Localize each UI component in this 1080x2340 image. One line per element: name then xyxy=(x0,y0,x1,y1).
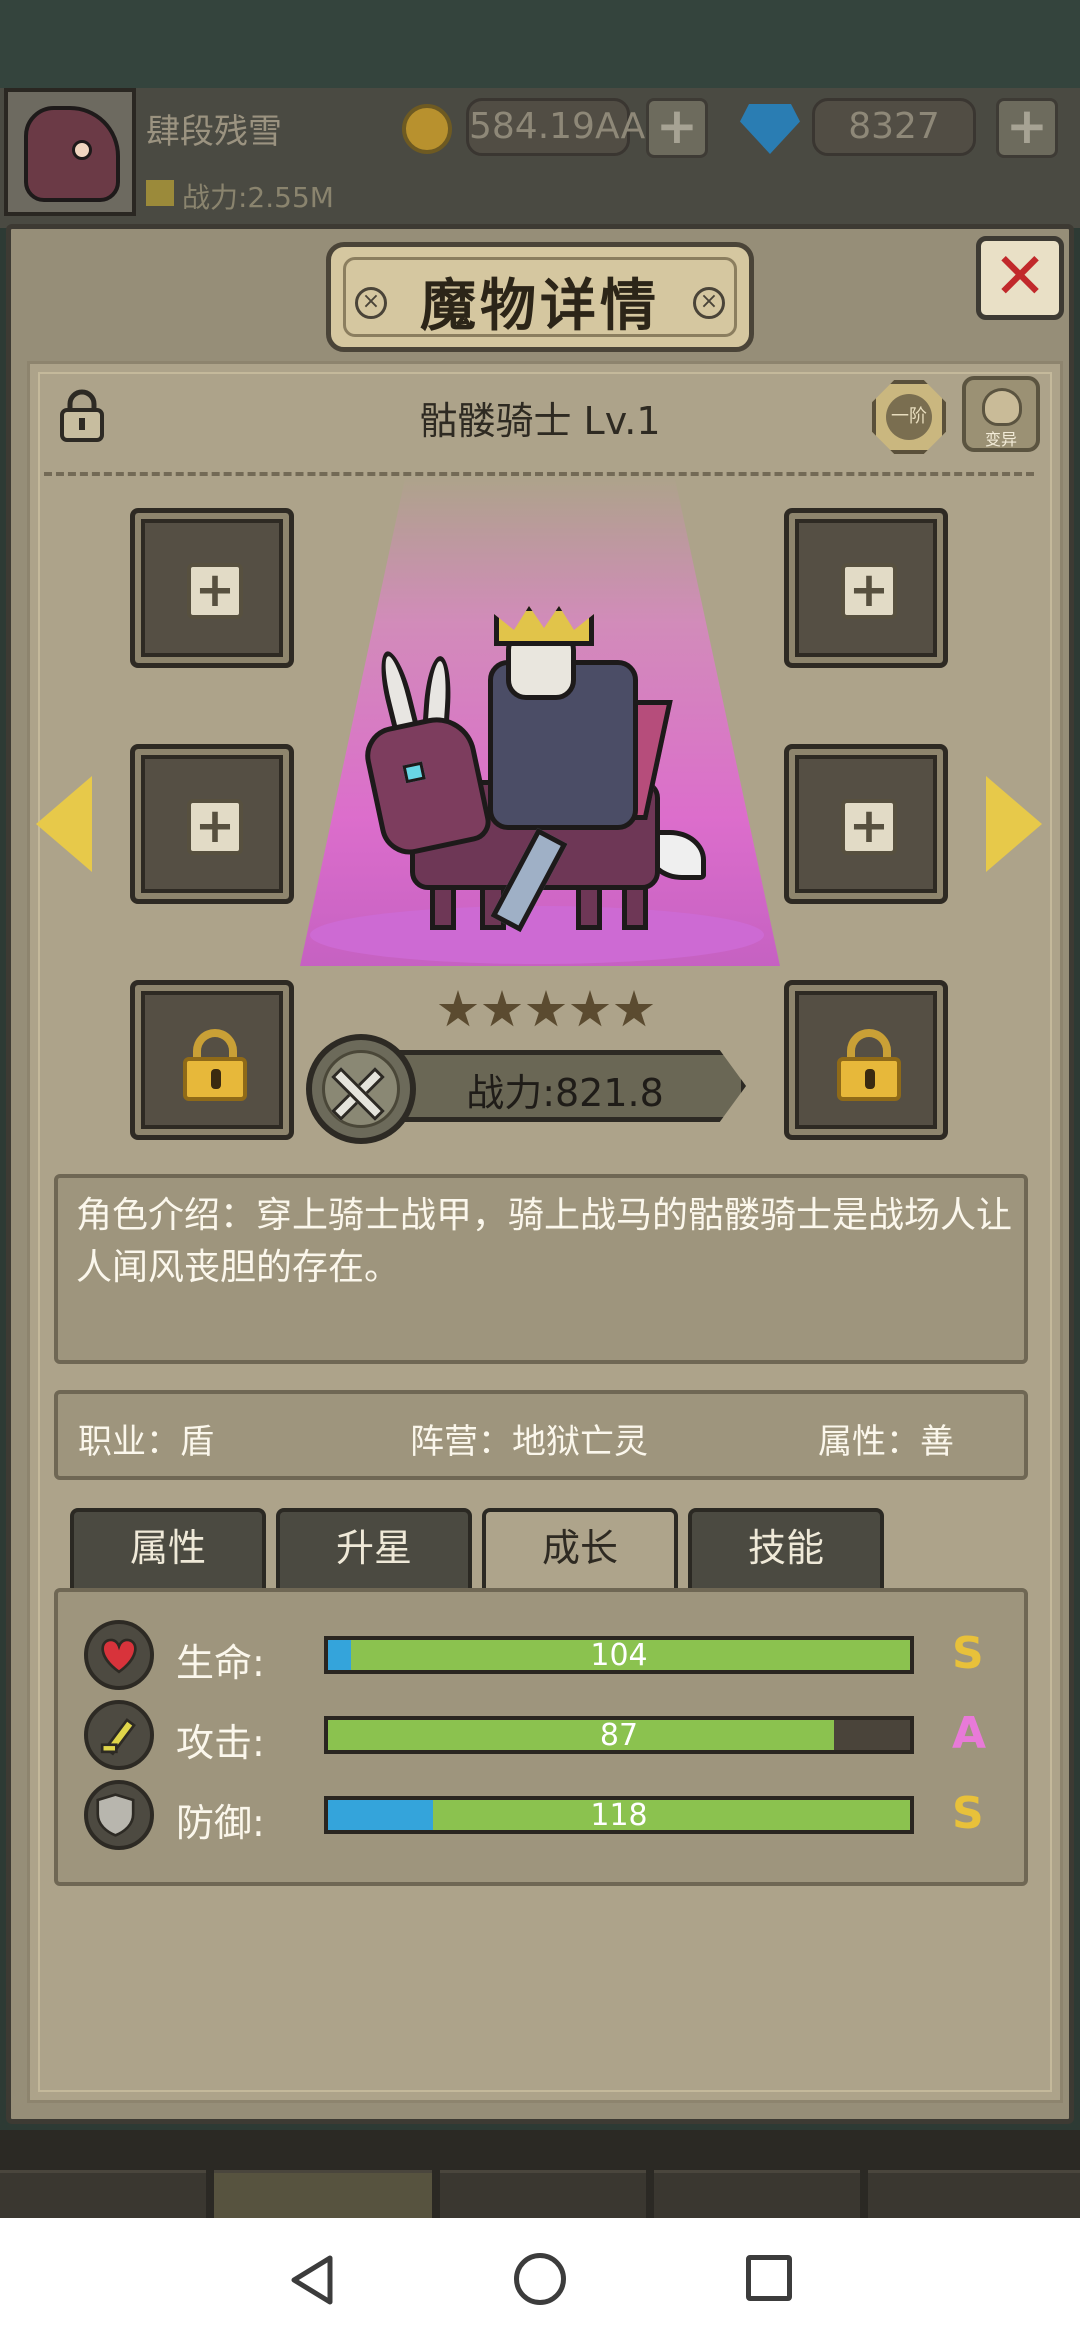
skull-icon xyxy=(982,388,1022,426)
padlock-body xyxy=(837,1057,901,1101)
monster-name: 骷髅骑士 Lv.1 xyxy=(419,399,661,443)
power-icon xyxy=(146,180,174,206)
description-text: 角色介绍：穿上骑士战甲，骑上战马的骷髅骑士是战场人让人闻风丧胆的存在。 xyxy=(76,1195,1013,1288)
stat-label: 防御: xyxy=(176,1801,265,1845)
avatar-eye xyxy=(72,140,92,160)
keyhole xyxy=(211,1069,221,1089)
bottom-tab-5[interactable] xyxy=(868,2170,1080,2218)
mutate-label: 变异 xyxy=(984,430,1017,449)
tab-0[interactable]: 属性 xyxy=(70,1508,266,1588)
gold-coin-icon xyxy=(402,104,452,154)
background-top xyxy=(0,0,1080,90)
stat-grade: S xyxy=(952,1788,984,1839)
stat-grade: S xyxy=(952,1628,984,1679)
add-gold-button[interactable]: + xyxy=(646,98,708,158)
close-button[interactable]: ✕ xyxy=(976,236,1064,320)
crossed-swords-icon xyxy=(306,1034,416,1144)
mutate-button[interactable]: 变异 xyxy=(962,376,1040,452)
recent-apps-icon[interactable] xyxy=(746,2255,792,2301)
equip-slot-4[interactable]: + xyxy=(784,744,948,904)
gold-amount: 584.19AA xyxy=(466,98,645,156)
avatar-monster-icon xyxy=(24,106,120,202)
player-power: 战力:2.55M xyxy=(182,181,334,214)
stat-bar: 87 xyxy=(324,1716,914,1754)
tab-1[interactable]: 升星 xyxy=(276,1508,472,1588)
back-icon[interactable] xyxy=(286,2252,342,2308)
lock-icon[interactable] xyxy=(56,388,108,442)
stat-bar: 104 xyxy=(324,1636,914,1674)
screen: 肆段残雪 战力:2.55M 584.19AA + 8327 + × × 魔物详情… xyxy=(0,0,1080,2340)
equip-slot-locked-2[interactable] xyxy=(784,980,948,1140)
stat-grade: A xyxy=(952,1708,987,1759)
equip-slot-2[interactable]: + xyxy=(784,508,948,668)
bottom-tab-2[interactable] xyxy=(214,2170,432,2218)
equip-slot-3[interactable]: + xyxy=(130,744,294,904)
keyhole xyxy=(865,1069,875,1089)
equip-slot-locked-1[interactable] xyxy=(130,980,294,1140)
sword-icon xyxy=(84,1700,154,1770)
tab-2[interactable]: 成长 xyxy=(482,1508,678,1588)
bottom-tab-3[interactable] xyxy=(440,2170,646,2218)
monster-power: 战力:821.8 xyxy=(466,1071,664,1115)
tab-3[interactable]: 技能 xyxy=(688,1508,884,1588)
add-equipment-icon: + xyxy=(841,799,897,855)
grade-label: 一阶 xyxy=(886,394,932,440)
stat-value: 87 xyxy=(599,1718,639,1753)
heart-icon xyxy=(84,1620,154,1690)
stat-value: 104 xyxy=(590,1638,648,1673)
title-plate: × × 魔物详情 xyxy=(326,242,754,352)
home-icon[interactable] xyxy=(514,2253,566,2305)
add-equipment-icon: + xyxy=(187,563,243,619)
add-gem-button[interactable]: + xyxy=(996,98,1058,158)
bottom-tab-4[interactable] xyxy=(654,2170,860,2218)
faction-info: 阵营：地狱亡灵 xyxy=(410,1422,648,1462)
padlock-icon xyxy=(837,1029,901,1101)
horse-eye xyxy=(402,761,426,784)
alignment-info: 属性：善 xyxy=(818,1422,954,1462)
equip-slot-1[interactable]: + xyxy=(130,508,294,668)
stat-label: 攻击: xyxy=(176,1721,265,1765)
spotlight-floor xyxy=(310,906,764,964)
divider xyxy=(44,472,1034,476)
description-box: 角色介绍：穿上骑士战甲，骑上战马的骷髅骑士是战场人让人闻风丧胆的存在。 xyxy=(54,1174,1028,1364)
stat-bar: 118 xyxy=(324,1796,914,1834)
job-info: 职业：盾 xyxy=(78,1422,214,1462)
player-avatar[interactable] xyxy=(4,88,136,216)
shield-icon xyxy=(84,1780,154,1850)
dialog-title: 魔物详情 xyxy=(420,274,660,339)
add-equipment-icon: + xyxy=(187,799,243,855)
padlock-icon xyxy=(183,1029,247,1101)
padlock-body xyxy=(183,1057,247,1101)
stat-value: 118 xyxy=(590,1798,648,1833)
bottom-tab-1[interactable] xyxy=(0,2170,206,2218)
player-name: 肆段残雪 xyxy=(146,112,282,152)
medal-inner xyxy=(322,1050,400,1128)
add-equipment-icon: + xyxy=(841,563,897,619)
gem-amount: 8327 xyxy=(812,98,976,156)
info-box: 职业：盾 阵营：地狱亡灵 属性：善 xyxy=(54,1390,1028,1480)
stat-label: 生命: xyxy=(176,1641,265,1685)
